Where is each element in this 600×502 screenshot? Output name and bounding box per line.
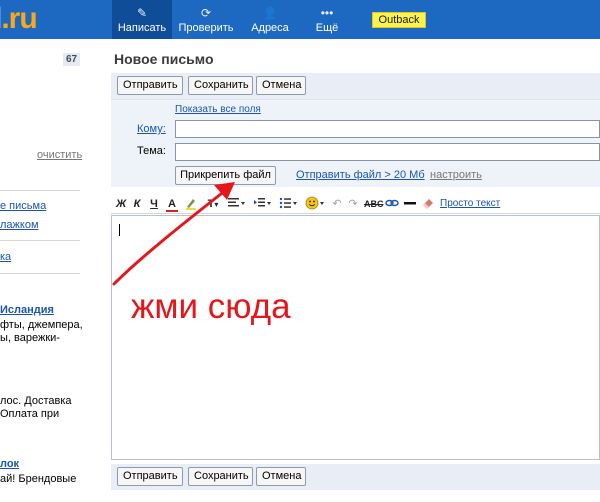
- list-icon[interactable]: [279, 196, 299, 212]
- indent-icon[interactable]: [253, 196, 273, 212]
- save-button-bottom[interactable]: Сохранить: [188, 467, 253, 486]
- pencil-icon: ✎: [136, 6, 148, 20]
- refresh-icon: ⟳: [200, 6, 212, 20]
- cancel-button[interactable]: Отмена: [256, 76, 306, 95]
- ad2-title[interactable]: лок: [0, 458, 19, 471]
- top-navigation-bar: l.ru ✎ Написать ⟳ Проверить 👤 Адреса •••…: [0, 0, 600, 39]
- nav-check-label: Проверить: [178, 22, 234, 34]
- more-dots-icon: •••: [320, 6, 334, 20]
- font-color-button[interactable]: А: [166, 196, 178, 212]
- cancel-button-bottom[interactable]: Отмена: [256, 467, 306, 486]
- attach-file-button[interactable]: Прикрепить файл: [175, 166, 276, 185]
- to-field[interactable]: [175, 120, 600, 138]
- ad2-text-line: ай! Брендовые: [0, 473, 77, 485]
- font-size-icon[interactable]: T▾: [206, 196, 220, 212]
- nav-contacts-label: Адреса: [251, 22, 289, 34]
- ad-text-line: фты, джемпера,: [0, 319, 83, 331]
- unread-count-badge[interactable]: 67: [63, 53, 80, 66]
- underline-button[interactable]: Ч: [149, 196, 159, 212]
- nav-more-button[interactable]: ••• Ещё: [300, 0, 354, 39]
- nav-compose-label: Написать: [117, 22, 167, 34]
- settings-link[interactable]: настроить: [430, 169, 482, 181]
- sidebar-link-flagged[interactable]: лажком: [0, 219, 39, 231]
- nav-check-mail-button[interactable]: ⟳ Проверить: [172, 0, 240, 39]
- compose-panel: Новое письмо Отправить Сохранить Отмена …: [111, 39, 600, 502]
- send-button-bottom[interactable]: Отправить: [117, 467, 183, 486]
- annotation-text: жми сюда: [131, 287, 291, 326]
- send-large-file-link[interactable]: Отправить файл > 20 Мб: [296, 169, 425, 181]
- align-icon[interactable]: [227, 196, 247, 212]
- sidebar-divider: [0, 240, 80, 241]
- sidebar-link-item[interactable]: ка: [0, 251, 11, 263]
- italic-button[interactable]: К: [132, 196, 142, 212]
- horizontal-line-icon[interactable]: [403, 196, 417, 212]
- page-title: Новое письмо: [114, 51, 214, 67]
- clear-link[interactable]: очистить: [37, 149, 82, 161]
- nav-compose-button[interactable]: ✎ Написать: [112, 0, 172, 39]
- left-sidebar: 67 очистить е письма лажком ка Исландия …: [0, 39, 95, 502]
- compose-toolbar-top: Отправить Сохранить Отмена: [111, 73, 600, 99]
- compose-toolbar-bottom: Отправить Сохранить Отмена: [111, 464, 600, 490]
- bold-button[interactable]: Ж: [116, 196, 126, 212]
- compose-headers: Показать все поля Кому: Тема: Прикрепить…: [111, 99, 600, 187]
- show-all-fields-link[interactable]: Показать все поля: [175, 104, 261, 115]
- contacts-icon: 👤: [262, 6, 278, 20]
- nav-more-label: Ещё: [315, 22, 339, 34]
- redo-icon[interactable]: ↷: [347, 196, 359, 212]
- send-button[interactable]: Отправить: [117, 76, 183, 95]
- promo-badge[interactable]: Outback: [372, 12, 426, 28]
- ad-text-line: Оплата при: [0, 408, 60, 420]
- plain-text-link[interactable]: Просто текст: [440, 198, 500, 209]
- ad-text-line: лос. Доставка: [0, 395, 72, 407]
- subject-field[interactable]: [175, 143, 600, 161]
- mail-ru-logo[interactable]: l.ru: [0, 2, 38, 36]
- eraser-icon[interactable]: [421, 196, 435, 212]
- sidebar-link-letters[interactable]: е письма: [0, 200, 46, 212]
- undo-icon[interactable]: ↶: [331, 196, 343, 212]
- text-caret: [119, 224, 120, 236]
- subject-label: Тема:: [137, 145, 166, 157]
- sidebar-divider: [0, 273, 80, 274]
- sidebar-divider: [0, 190, 80, 191]
- ad-title[interactable]: Исландия: [0, 304, 54, 317]
- ad-text-line: ы, варежки-: [0, 332, 60, 344]
- highlight-icon[interactable]: [184, 196, 198, 212]
- nav-contacts-button[interactable]: 👤 Адреса: [240, 0, 300, 39]
- strikethrough-icon[interactable]: ABC: [364, 196, 384, 212]
- message-body-editor[interactable]: [111, 215, 600, 460]
- link-icon[interactable]: [385, 196, 399, 212]
- smiley-icon[interactable]: [305, 196, 325, 212]
- formatting-toolbar: Ж К Ч А T▾ ↶ ↷ ABC Просто текст: [111, 194, 600, 214]
- to-label-link[interactable]: Кому:: [137, 123, 166, 135]
- save-button[interactable]: Сохранить: [188, 76, 253, 95]
